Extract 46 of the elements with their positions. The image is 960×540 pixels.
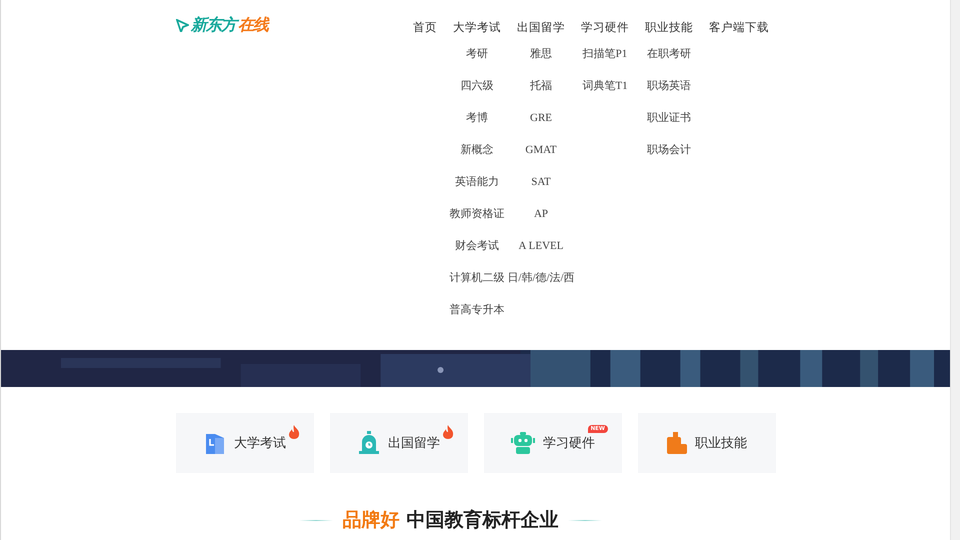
briefcase-icon (667, 432, 687, 454)
logo-text: 在线 (238, 15, 268, 36)
submenu-link[interactable]: SAT (531, 174, 551, 206)
submenu-link[interactable]: 四六级 (460, 78, 494, 110)
category-label: 职业技能 (695, 435, 747, 452)
submenu-link[interactable]: 普高专升本 (450, 302, 504, 334)
category-label: 出国留学 (388, 435, 440, 452)
dome-clock-icon (358, 431, 380, 455)
submenu-link[interactable]: 词典笔T1 (582, 78, 628, 110)
scrollbar[interactable] (950, 0, 960, 540)
submenu-link[interactable]: GRE (530, 110, 552, 142)
submenu-link[interactable]: 职业证书 (647, 110, 691, 142)
nav-link[interactable]: 大学考试 (453, 19, 501, 35)
submenu-link[interactable]: 在职考研 (647, 46, 691, 78)
category-label: 学习硬件 (543, 435, 595, 452)
submenu-link[interactable]: 计算机二级 (450, 270, 504, 302)
fire-icon (442, 425, 454, 439)
submenu-link[interactable]: 日/韩/德/法/西 (507, 270, 575, 302)
logo-icon (176, 19, 189, 32)
submenu-link[interactable]: A LEVEL (518, 238, 564, 270)
category-label: 大学考试 (234, 435, 286, 452)
fire-icon (288, 425, 300, 439)
book-icon (204, 432, 226, 454)
submenu-link[interactable]: 职场会计 (647, 142, 691, 174)
category-card[interactable]: 大学考试 (176, 413, 314, 473)
submenu-link[interactable]: AP (534, 206, 548, 238)
submenu-link[interactable]: 英语能力 (455, 174, 499, 206)
submenu-link[interactable]: 扫描笔P1 (582, 46, 628, 78)
submenu-link[interactable]: 教师资格证 (450, 206, 504, 238)
nav-link[interactable]: 首页 (413, 19, 437, 35)
submenu-link[interactable]: 考研 (466, 46, 488, 78)
submenu-link[interactable]: 考博 (466, 110, 488, 142)
submenu-link[interactable]: 托福 (530, 78, 552, 110)
robot-icon (511, 432, 535, 454)
submenu-link[interactable]: GMAT (525, 142, 557, 174)
category-card[interactable]: 职业技能 (638, 413, 776, 473)
nav-link[interactable]: 出国留学 (517, 19, 565, 35)
submenu-link[interactable]: 财会考试 (455, 238, 499, 270)
nav-link[interactable]: 客户端下载 (709, 19, 769, 35)
submenu-link[interactable]: 雅思 (530, 46, 552, 78)
nav-link[interactable]: 职业技能 (645, 19, 693, 35)
category-card[interactable]: 出国留学 (330, 413, 468, 473)
nav-link[interactable]: 学习硬件 (581, 19, 629, 35)
submenu-link[interactable]: 职场英语 (647, 78, 691, 110)
section-heading: 品牌好 中国教育标杆企业 (342, 508, 558, 533)
submenu-link[interactable]: 新概念 (460, 142, 494, 174)
